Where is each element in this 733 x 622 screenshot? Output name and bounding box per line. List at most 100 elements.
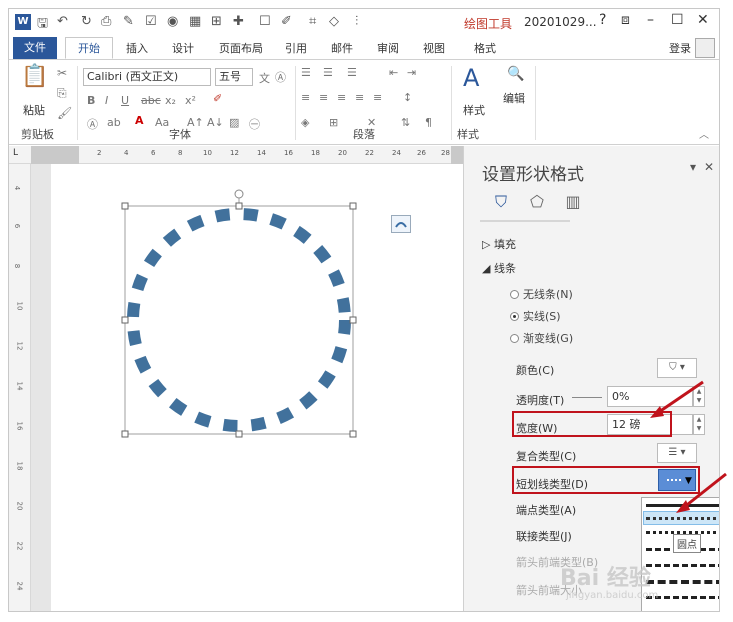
resize-handle[interactable]	[349, 430, 357, 438]
fill-line-tab-icon[interactable]: ⛉	[490, 192, 512, 214]
dash-option-long-dash[interactable]	[646, 580, 719, 584]
checklist-icon[interactable]: ☑	[145, 14, 157, 29]
transparency-input[interactable]: 0%	[607, 386, 693, 407]
rotate-handle[interactable]	[234, 189, 244, 199]
tab-format[interactable]: 格式	[474, 40, 496, 56]
increase-indent-icon[interactable]: ⇥	[407, 66, 416, 79]
change-case-icon[interactable]: Aa	[155, 116, 169, 129]
print-preview-icon[interactable]: ⎙	[101, 14, 111, 29]
pane-close-icon[interactable]: ✕	[704, 160, 714, 174]
tab-design[interactable]: 设计	[172, 40, 194, 56]
superscript-icon[interactable]: x²	[185, 94, 196, 107]
table-icon[interactable]: ▦	[189, 14, 201, 29]
shrink-font-icon[interactable]: A↓	[207, 116, 224, 129]
numbering-icon[interactable]: ⌗	[309, 14, 316, 29]
phonetic-icon[interactable]: 文	[259, 70, 270, 86]
compound-type-dropdown[interactable]: ☰ ▾	[657, 443, 697, 463]
shape-icon[interactable]: ◇	[329, 14, 339, 29]
borders-icon[interactable]: ⊞	[329, 116, 338, 129]
resize-handle[interactable]	[121, 430, 129, 438]
close-button[interactable]: ✕	[697, 12, 709, 28]
pane-options-icon[interactable]: ▾	[690, 160, 696, 174]
text-effect-icon[interactable]: Ⓐ	[87, 116, 98, 132]
subscript-icon[interactable]: x₂	[165, 94, 176, 107]
document-page[interactable]	[51, 164, 471, 611]
save-icon[interactable]: 🖫	[37, 14, 48, 36]
show-marks-icon[interactable]: ¶	[425, 116, 432, 129]
styles-icon[interactable]: A	[463, 64, 479, 92]
fill-section-header[interactable]: ▷ 填充	[482, 236, 516, 252]
tab-home[interactable]: 开始	[65, 37, 113, 59]
highlight-icon[interactable]: ab	[107, 116, 121, 129]
align-center-icon[interactable]: ≡	[319, 91, 328, 104]
draw-icon[interactable]: ✐	[281, 14, 292, 29]
find-icon[interactable]: 🔍	[507, 66, 524, 82]
dash-option-round-dot[interactable]	[646, 517, 719, 520]
customize-qa-icon[interactable]: ⫶	[355, 14, 358, 29]
italic-icon[interactable]: I	[105, 94, 108, 107]
font-name-select[interactable]: Calibri (西文正文)	[83, 68, 211, 86]
justify-icon[interactable]: ≡	[355, 91, 364, 104]
font-color-icon[interactable]: A	[135, 114, 144, 127]
line-spacing-icon[interactable]: ↕	[403, 91, 412, 104]
size-properties-tab-icon[interactable]: ▥	[562, 192, 584, 214]
collapse-ribbon-icon[interactable]: ︿	[699, 126, 709, 141]
login-link[interactable]: 登录	[669, 40, 691, 56]
clear-format-icon[interactable]: ✐	[213, 92, 222, 105]
maximize-button[interactable]: ☐	[671, 12, 684, 28]
resize-handle[interactable]	[349, 202, 357, 210]
sort-icon[interactable]: ⇅	[401, 116, 410, 129]
no-line-radio[interactable]: 无线条(N)	[510, 286, 573, 302]
ribbon-display-button[interactable]: ⧈	[621, 12, 630, 28]
horizontal-ruler[interactable]: L 2 4 6 8 10 12 14 16 18 20 22 24 26 28	[9, 146, 469, 164]
vertical-ruler[interactable]: 4 6 8 10 12 14 16 18 20 22 24	[9, 164, 31, 611]
tab-mailings[interactable]: 邮件	[331, 40, 353, 56]
enclose-char-icon[interactable]: ㊀	[249, 116, 260, 132]
add-icon[interactable]: ✚	[233, 14, 244, 29]
width-spinner[interactable]: ▲ ▼	[693, 414, 705, 435]
help-button[interactable]: ?	[599, 12, 606, 28]
distribute-icon[interactable]: ≡	[373, 91, 382, 104]
minimize-button[interactable]: –	[647, 12, 654, 28]
cut-icon[interactable]: ✂	[57, 66, 67, 80]
tab-selector-icon[interactable]: L	[13, 148, 18, 158]
dashed-circle-outline[interactable]	[127, 208, 351, 432]
tab-layout[interactable]: 页面布局	[219, 40, 263, 56]
insert-icon[interactable]: ⊞	[211, 14, 222, 29]
font-size-select[interactable]: 五号	[215, 68, 253, 86]
paste-icon[interactable]: 📋	[21, 64, 48, 89]
resize-handle[interactable]	[349, 316, 357, 324]
editing-label[interactable]: 编辑	[503, 90, 525, 106]
resize-handle[interactable]	[235, 430, 243, 438]
align-right-icon[interactable]: ≡	[337, 91, 346, 104]
layout-options-button[interactable]	[391, 215, 411, 233]
decrease-indent-icon[interactable]: ⇤	[389, 66, 398, 79]
record-icon[interactable]: ◉	[167, 14, 178, 29]
resize-handle[interactable]	[121, 202, 129, 210]
tab-review[interactable]: 审阅	[377, 40, 399, 56]
format-painter-icon[interactable]: ✎	[123, 14, 134, 29]
undo-icon[interactable]: ↶	[57, 14, 68, 29]
bold-icon[interactable]: B	[87, 94, 95, 107]
tab-file[interactable]: 文件	[13, 37, 57, 59]
line-section-header[interactable]: ◢ 线条	[482, 260, 516, 276]
tab-insert[interactable]: 插入	[126, 40, 148, 56]
color-dropdown[interactable]: ⛉ ▾	[657, 358, 697, 378]
underline-icon[interactable]: U	[121, 94, 129, 107]
transparency-spinner[interactable]: ▲ ▼	[693, 386, 705, 407]
numbering-list-icon[interactable]: ☰	[323, 66, 333, 79]
char-border-icon[interactable]: Ⓐ	[275, 69, 286, 85]
solid-line-radio[interactable]: 实线(S)	[510, 308, 561, 324]
shading-icon[interactable]: ◈	[301, 116, 309, 129]
format-painter-brush-icon[interactable]: 🖌	[57, 106, 72, 120]
resize-handle[interactable]	[235, 202, 243, 210]
paste-label[interactable]: 粘贴	[23, 102, 45, 118]
gradient-line-radio[interactable]: 渐变线(G)	[510, 330, 573, 346]
transparency-slider[interactable]	[572, 397, 602, 398]
char-shading-icon[interactable]: ▨	[229, 116, 239, 129]
dash-option-dash-dot[interactable]	[646, 564, 719, 567]
resize-handle[interactable]	[121, 316, 129, 324]
align-left-icon[interactable]: ≡	[301, 91, 310, 104]
multilevel-icon[interactable]: ☰	[347, 66, 357, 79]
effects-tab-icon[interactable]: ⬠	[526, 192, 548, 214]
